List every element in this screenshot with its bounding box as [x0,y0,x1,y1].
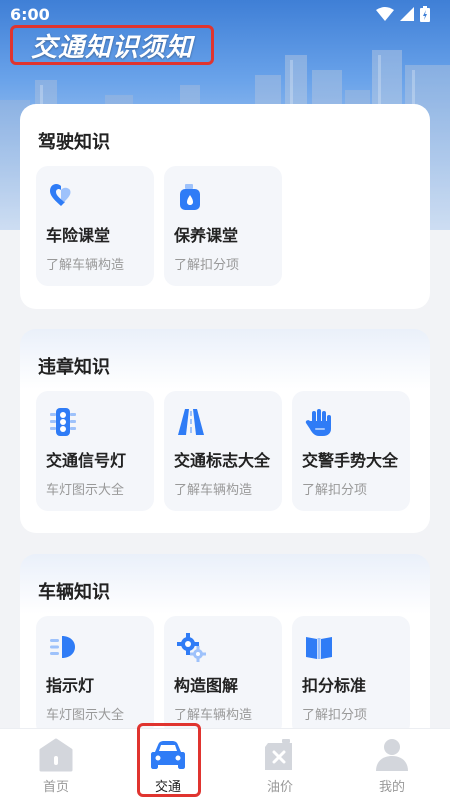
card-subtitle: 了解扣分项 [174,258,240,273]
road-icon [178,409,204,435]
card-subtitle: 了解车辆构造 [46,258,125,273]
card-indicator-lights[interactable]: 指示灯 车灯图示大全 [36,616,154,736]
traffic-light-icon [50,408,76,436]
home-icon [39,738,73,772]
headlight-icon [50,636,75,658]
fuel-can-icon [265,739,292,770]
card-title: 扣分标准 [302,676,367,695]
card-police-gestures[interactable]: 交警手势大全 了解扣分项 [292,391,410,511]
card-title: 交警手势大全 [302,451,399,470]
tab-fuel-price[interactable]: 油价 [224,729,336,800]
card-car-insurance[interactable]: 车险课堂 了解车辆构造 [36,166,154,286]
shield-heart-icon [50,183,71,206]
user-icon [376,739,408,771]
section-title: 车辆知识 [38,582,110,603]
card-subtitle: 了解扣分项 [302,483,368,498]
card-title: 交通信号灯 [46,451,127,470]
oil-bottle-icon [180,184,200,210]
card-traffic-signs[interactable]: 交通标志大全 了解车辆构造 [164,391,282,511]
tab-mine[interactable]: 我的 [336,729,448,800]
hand-icon [305,409,331,436]
section-title: 违章知识 [38,357,110,378]
signal-icon [400,7,414,21]
card-title: 指示灯 [46,676,95,695]
section-vehicle-knowledge: 车辆知识 指示灯 车灯图示大全 构造图解 了解车辆构造 扣分标准 了解扣分项 [20,554,430,754]
card-traffic-lights[interactable]: 交通信号灯 车灯图示大全 [36,391,154,511]
card-subtitle: 车灯图示大全 [46,483,125,498]
card-subtitle: 了解车辆构造 [174,483,253,498]
bottom-tab-bar: 首页 交通 油价 我的 [0,728,450,800]
tab-label: 油价 [266,780,293,795]
wifi-icon [376,7,394,21]
tab-label: 首页 [42,780,69,795]
card-subtitle: 了解扣分项 [302,708,368,723]
card-deduction-standard[interactable]: 扣分标准 了解扣分项 [292,616,410,736]
page-title: 交通知识须知 [10,25,214,65]
gears-icon [177,633,206,662]
tab-home[interactable]: 首页 [0,729,112,800]
status-time: 6:00 [10,5,50,24]
card-title: 车险课堂 [46,226,111,245]
card-title: 交通标志大全 [174,451,271,470]
status-icons [376,6,430,22]
section-driving-knowledge: 驾驶知识 车险课堂 了解车辆构造 保养课堂 了解扣分项 [20,104,430,309]
active-tab-highlight [137,723,201,797]
card-title: 构造图解 [174,676,239,695]
section-violation-knowledge: 违章知识 交通信号灯 车灯图示大全 交通标志大全 了解车辆构造 交警手势大全 了… [20,329,430,533]
tab-label: 我的 [378,780,405,795]
battery-icon [420,6,430,22]
card-subtitle: 了解车辆构造 [174,708,253,723]
card-maintenance[interactable]: 保养课堂 了解扣分项 [164,166,282,286]
card-title: 保养课堂 [174,226,239,245]
card-structure-diagram[interactable]: 构造图解 了解车辆构造 [164,616,282,736]
card-subtitle: 车灯图示大全 [46,708,125,723]
book-icon [306,637,332,659]
section-title: 驾驶知识 [38,132,110,153]
